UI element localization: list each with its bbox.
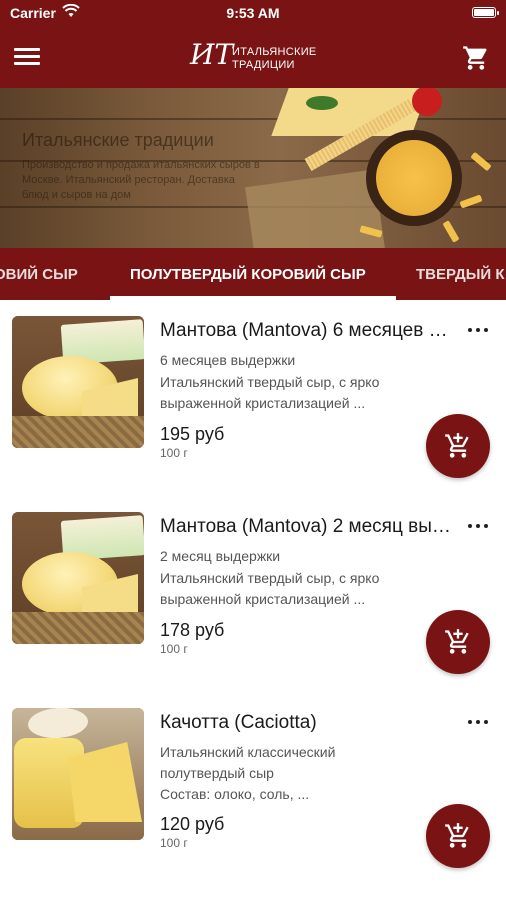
add-to-cart-button[interactable] — [426, 804, 490, 868]
brand-name: ИТАЛЬЯНСКИЕ ТРАДИЦИИ — [232, 46, 317, 72]
product-unit: 100 г — [160, 642, 188, 656]
more-horizontal-icon — [468, 328, 472, 332]
product-description: выраженной кристализацией ... — [160, 395, 366, 411]
app-bar: ИТ ИТАЛЬЯНСКИЕ ТРАДИЦИИ — [0, 26, 506, 88]
product-description: полутвердый сыр — [160, 765, 274, 781]
brand-line-2: ТРАДИЦИИ — [232, 59, 295, 71]
product-price: 178 руб — [160, 620, 225, 640]
banner-title: Итальянские традиции — [22, 130, 214, 150]
add-to-cart-icon — [445, 629, 469, 654]
product-card[interactable]: Мантова (Mantova) 6 месяцев выдержки 6 м… — [0, 300, 506, 496]
add-to-cart-icon — [445, 433, 469, 458]
pasta-image — [376, 140, 452, 216]
product-image[interactable] — [12, 512, 144, 644]
more-horizontal-icon — [468, 524, 472, 528]
brand-line-1: ИТАЛЬЯНСКИЕ — [232, 46, 317, 58]
add-to-cart-button[interactable] — [426, 610, 490, 674]
burlap-cloth — [245, 169, 385, 248]
product-title[interactable]: Мантова (Mantova) 6 месяцев выдержки — [160, 320, 456, 342]
product-card[interactable]: Мантова (Mantova) 2 месяц выдержки 2 мес… — [0, 496, 506, 692]
product-image[interactable] — [12, 316, 144, 448]
more-options-button[interactable] — [466, 712, 490, 732]
add-to-cart-icon — [445, 823, 469, 848]
product-subtitle: 6 месяцев выдержки — [160, 352, 296, 368]
product-title[interactable]: Качотта (Caciotta) — [160, 712, 456, 734]
cart-icon — [463, 46, 487, 70]
product-description: Итальянский твердый сыр, с ярко — [160, 374, 380, 390]
product-description: выраженной кристализацией ... — [160, 591, 366, 607]
tab-cow-cheese[interactable]: ОВИЙ СЫР — [0, 266, 78, 283]
clock: 9:53 AM — [226, 5, 280, 21]
product-price: 195 руб — [160, 424, 225, 444]
product-price: 120 руб — [160, 814, 225, 834]
promo-banner[interactable]: Итальянские традиции Производство и прод… — [0, 88, 506, 248]
cart-button[interactable] — [462, 44, 490, 72]
banner-text: Производство и продажа итальянских сыров… — [22, 159, 260, 201]
product-description: Итальянский твердый сыр, с ярко — [160, 570, 380, 586]
product-description: Состав: олоко, соль, ... — [160, 786, 310, 802]
product-image[interactable] — [12, 708, 144, 840]
product-card[interactable]: Качотта (Caciotta) Итальянский классичес… — [0, 692, 506, 888]
app-logo: ИТ ИТАЛЬЯНСКИЕ ТРАДИЦИИ — [190, 38, 330, 78]
product-description: Итальянский классический — [160, 744, 336, 760]
product-subtitle: 2 месяц выдержки — [160, 548, 281, 564]
more-options-button[interactable] — [466, 320, 490, 340]
add-to-cart-button[interactable] — [426, 414, 490, 478]
tomato-image — [412, 88, 442, 116]
menu-icon — [14, 48, 40, 51]
basil-leaf-image — [306, 96, 338, 110]
tab-hard-cheese[interactable]: ТВЕРДЫЙ К — [416, 266, 505, 283]
menu-button[interactable] — [14, 44, 46, 70]
logo-mark: ИТ — [190, 38, 234, 71]
product-title[interactable]: Мантова (Mantova) 2 месяц выдержки — [160, 516, 456, 538]
status-bar: Carrier 9:53 AM — [0, 0, 506, 26]
product-unit: 100 г — [160, 836, 188, 850]
category-tabs: ОВИЙ СЫР ПОЛУТВЕРДЫЙ КОРОВИЙ СЫР ТВЕРДЫЙ… — [0, 248, 506, 300]
more-horizontal-icon — [468, 720, 472, 724]
tab-semi-hard-cow-cheese[interactable]: ПОЛУТВЕРДЫЙ КОРОВИЙ СЫР — [130, 266, 366, 283]
more-options-button[interactable] — [466, 516, 490, 536]
product-unit: 100 г — [160, 446, 188, 460]
battery-icon — [472, 7, 499, 18]
